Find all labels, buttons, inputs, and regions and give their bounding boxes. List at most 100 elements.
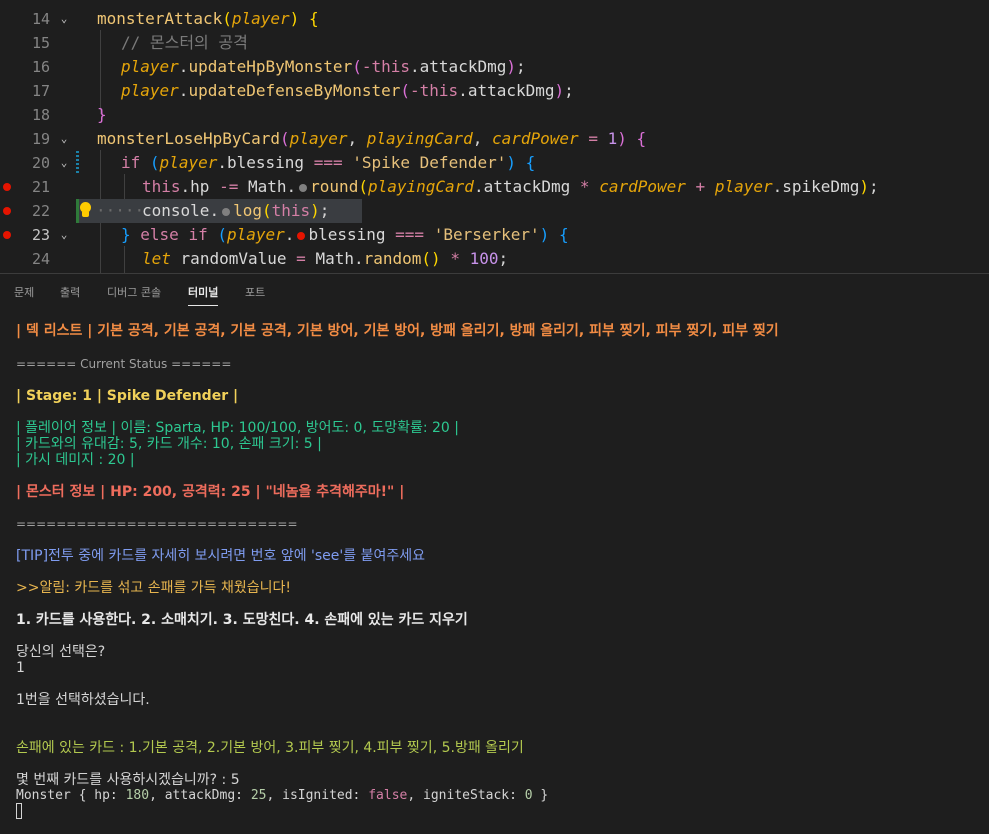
code-line-23[interactable]: 23 ⌄ } else if (player. blessing === 'Ber… xyxy=(0,223,989,247)
tab-output[interactable]: 출력 xyxy=(60,285,80,301)
identifier: cardPower xyxy=(599,177,686,196)
identifier: player xyxy=(159,153,218,172)
fold-chevron-icon[interactable]: ⌄ xyxy=(57,7,71,31)
deck-list-line: | 덱 리스트 | 기본 공격, 기본 공격, 기본 공격, 기본 방어, 기본… xyxy=(16,323,779,339)
line-number: 21 xyxy=(31,178,50,196)
tab-terminal[interactable]: 터미널 xyxy=(188,285,219,306)
param: player xyxy=(231,9,290,28)
code-line-19[interactable]: 19 ⌄ monsterLoseHpByCard(player, playing… xyxy=(0,127,989,151)
inline-breakpoint-icon[interactable] xyxy=(222,207,231,216)
user-input-line: 1 xyxy=(16,660,25,676)
param: playingCard xyxy=(366,129,473,148)
method-name: updateDefenseByMonster xyxy=(188,81,401,100)
operator: -= xyxy=(219,177,239,196)
log-text: } xyxy=(532,788,549,803)
line-number: 16 xyxy=(31,58,50,76)
terminal-cursor[interactable] xyxy=(16,803,22,819)
identifier: player xyxy=(227,225,285,244)
code-text: let randomValue = Math.random() * 100; xyxy=(142,249,509,268)
line-number: 18 xyxy=(31,106,50,124)
identifier: playingCard xyxy=(367,177,474,196)
terminal-output[interactable]: | 덱 리스트 | 기본 공격, 기본 공격, 기본 공격, 기본 방어, 기본… xyxy=(0,312,989,834)
inline-breakpoint-icon[interactable] xyxy=(297,231,306,240)
log-number: 25 xyxy=(250,788,267,803)
inline-breakpoint-icon[interactable] xyxy=(299,183,308,192)
code-line-18[interactable]: 18 } xyxy=(0,103,989,127)
fold-chevron-icon[interactable]: ⌄ xyxy=(57,127,71,151)
code-text: console. log(this); xyxy=(142,201,330,220)
code-text: this.hp -= Math. round(playingCard.attack… xyxy=(142,177,879,196)
string: 'Spike Defender' xyxy=(352,153,507,172)
line-number: 14 xyxy=(31,10,50,28)
code-text: player.updateHpByMonster(-this.attackDmg… xyxy=(121,57,526,76)
log-text: , igniteStack: xyxy=(407,788,525,803)
keyword: this xyxy=(419,81,459,100)
identifier: player xyxy=(121,81,179,100)
log-text: , isIgnited: xyxy=(266,788,369,803)
keyword: if xyxy=(188,225,208,244)
code-line-16[interactable]: 16 player.updateHpByMonster(-this.attack… xyxy=(0,55,989,79)
log-number: 180 xyxy=(125,788,150,803)
string: 'Berserker' xyxy=(433,225,540,244)
method-name: random xyxy=(363,249,422,268)
log-text: Monster { hp: xyxy=(16,788,126,803)
hand-line: 손패에 있는 카드 : 1.기본 공격, 2.기본 방어, 3.피부 찢기, 4… xyxy=(16,740,524,756)
log-boolean: false xyxy=(368,788,408,803)
code-line-17[interactable]: 17 player.updateDefenseByMonster(-this.a… xyxy=(0,79,989,103)
keyword: this xyxy=(142,177,181,196)
property: attackDmg xyxy=(419,57,507,76)
keyword: this xyxy=(271,201,311,220)
identifier: randomValue xyxy=(180,249,287,268)
keyword: if xyxy=(121,153,141,172)
code-line-24[interactable]: 24 let randomValue = Math.random() * 100… xyxy=(0,247,989,271)
code-line-14[interactable]: 14 ⌄ monsterAttack(player) { xyxy=(0,7,989,31)
gutter-modified-marker xyxy=(76,151,79,175)
method-name: updateHpByMonster xyxy=(188,57,353,76)
identifier: Math xyxy=(315,249,354,268)
divider-line: ============================ xyxy=(16,517,298,531)
property: blessing xyxy=(308,225,386,244)
fold-chevron-icon[interactable]: ⌄ xyxy=(57,151,71,175)
code-line-21[interactable]: 21 this.hp -= Math. round(playingCard.att… xyxy=(0,175,989,199)
code-line-15[interactable]: 15 // 몬스터의 공격 xyxy=(0,31,989,55)
property: attackDmg xyxy=(467,81,555,100)
operator: === xyxy=(313,153,343,172)
line-number: 24 xyxy=(31,250,50,268)
code-text: if (player.blessing === 'Spike Defender'… xyxy=(121,153,536,172)
property: spikeDmg xyxy=(782,177,860,196)
param: cardPower xyxy=(491,129,579,148)
whitespace-dots: ····· xyxy=(96,201,145,220)
line-number: 20 xyxy=(31,154,50,172)
tab-ports[interactable]: 포트 xyxy=(245,285,265,301)
code-text: } else if (player. blessing === 'Berserke… xyxy=(121,225,569,244)
property: hp xyxy=(190,177,210,196)
menu-line: 1. 카드를 사용한다. 2. 소매치기. 3. 도망친다. 4. 손패에 있는… xyxy=(16,612,468,628)
identifier: player xyxy=(121,57,179,76)
code-text: monsterLoseHpByCard(player, playingCard,… xyxy=(97,129,647,148)
comment: // 몬스터의 공격 xyxy=(121,33,248,52)
fold-chevron-icon[interactable]: ⌄ xyxy=(57,223,71,247)
log-number: 0 xyxy=(524,788,533,803)
status-header: ====== Current Status ====== xyxy=(16,357,232,371)
panel-tabs: 문제 출력 디버그 콘솔 터미널 포트 xyxy=(0,274,989,312)
method-name: round xyxy=(310,177,359,196)
monster-info-line: | 몬스터 정보 | HP: 200, 공격력: 25 | "네놈을 추격해주마… xyxy=(16,484,405,500)
tab-debug-console[interactable]: 디버그 콘솔 xyxy=(107,285,161,301)
lightbulb-icon[interactable] xyxy=(79,202,92,219)
tip-line: [TIP]전투 중에 카드를 자세히 보시려면 번호 앞에 'see'를 붙여주… xyxy=(16,548,425,564)
function-name: monsterLoseHpByCard xyxy=(97,129,281,148)
line-number: 22 xyxy=(31,202,50,220)
monster-log-line: Monster { hp: 180, attackDmg: 25, isIgni… xyxy=(16,787,548,805)
code-text: player.updateDefenseByMonster(-this.atta… xyxy=(121,81,574,100)
number: 1 xyxy=(607,129,618,148)
code-editor[interactable]: 14 ⌄ monsterAttack(player) { 15 // 몬스터의 … xyxy=(0,0,989,273)
function-name: monsterAttack xyxy=(97,9,223,28)
keyword: this xyxy=(371,57,411,76)
identifier: Math xyxy=(247,177,287,196)
tab-problems[interactable]: 문제 xyxy=(14,285,34,301)
method-name: log xyxy=(233,201,262,220)
code-line-22[interactable]: 22 ····· console. log(this); xyxy=(0,199,989,223)
bottom-panel: 문제 출력 디버그 콘솔 터미널 포트 | 덱 리스트 | 기본 공격, 기본 … xyxy=(0,273,989,834)
alert-line: >>알림: 카드를 섞고 손패를 가득 채웠습니다! xyxy=(16,580,292,596)
code-line-20[interactable]: 20 ⌄ if (player.blessing === 'Spike Defe… xyxy=(0,151,989,175)
